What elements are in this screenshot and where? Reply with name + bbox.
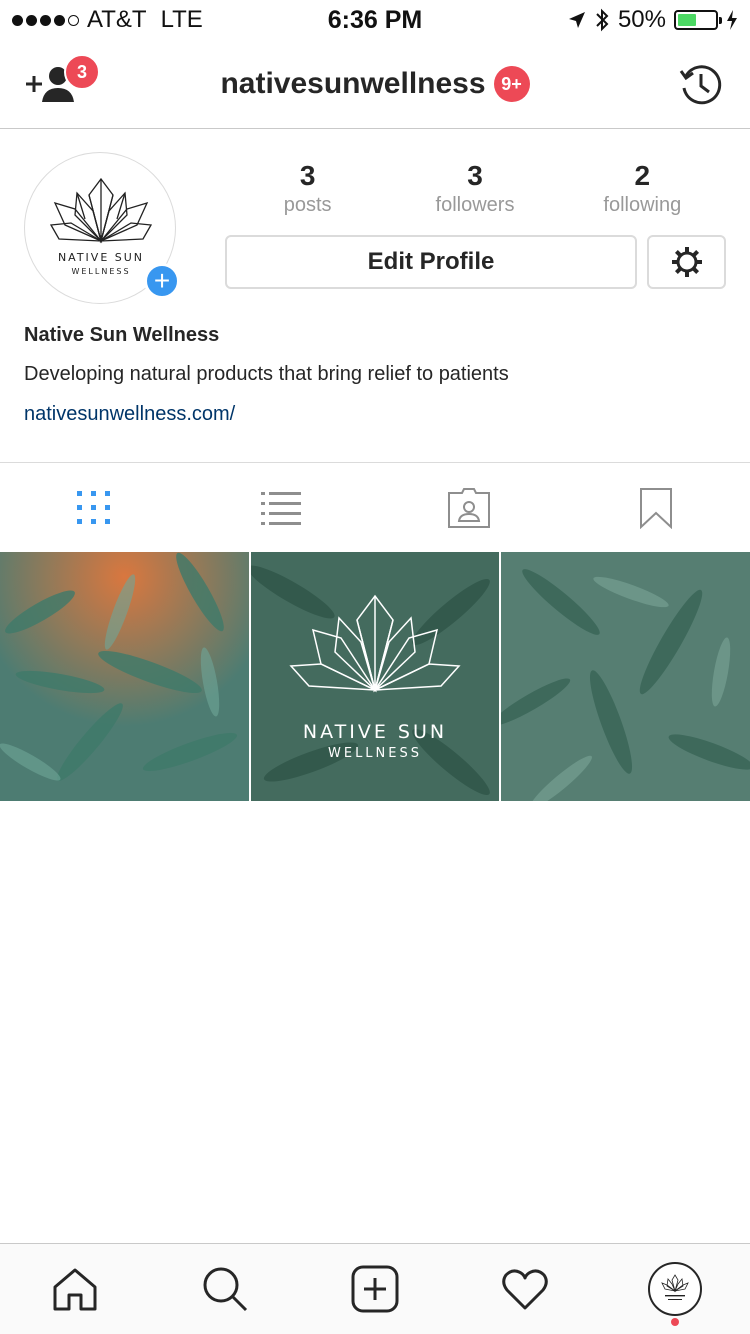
list-icon: [261, 491, 302, 525]
page-title[interactable]: nativesunwellness 9+: [0, 66, 750, 102]
tab-grid[interactable]: [0, 463, 188, 552]
tab-saved[interactable]: [563, 463, 750, 552]
following-count: 2: [634, 160, 651, 191]
add-story-button[interactable]: +: [144, 263, 180, 299]
following-stat[interactable]: 2 following: [559, 160, 726, 218]
status-bar: AT&T LTE 6:36 PM 50%: [0, 0, 750, 40]
search-icon: [203, 1267, 248, 1312]
profile-stats: 3 posts 3 followers 2 following: [224, 160, 726, 218]
logo-text-main: NATIVE SUN: [58, 251, 144, 264]
location-arrow-icon: [568, 12, 585, 28]
top-nav: 3 nativesunwellness 9+: [0, 40, 750, 129]
native-sun-logo-post: NATIVE SUN WELLNESS: [250, 552, 500, 801]
tagged-icon: [447, 487, 490, 528]
profile-bio: Developing natural products that bring r…: [24, 363, 509, 385]
saved-icon: [640, 487, 673, 529]
profile-website-link[interactable]: nativesunwellness.com/: [24, 403, 235, 426]
following-label: following: [603, 194, 682, 216]
home-icon: [53, 1268, 97, 1311]
cannabis-leaves-photo: [0, 552, 249, 801]
grid-icon: [76, 490, 110, 524]
battery-percent: 50%: [617, 6, 666, 33]
tab-profile[interactable]: [600, 1244, 750, 1334]
tab-activity[interactable]: [450, 1244, 600, 1334]
tab-search[interactable]: [150, 1244, 300, 1334]
profile-view-tabs: [0, 462, 750, 552]
logo-text-sub: WELLNESS: [71, 267, 130, 276]
archive-button[interactable]: [678, 62, 724, 108]
battery-icon: [674, 10, 722, 30]
cannabis-leaves-photo: [501, 552, 750, 801]
followers-stat[interactable]: 3 followers: [391, 160, 558, 218]
settings-button[interactable]: [647, 235, 726, 289]
posts-count: 3: [299, 160, 316, 191]
bluetooth-icon: [596, 8, 609, 32]
gear-icon: [671, 247, 702, 277]
posts-label: posts: [283, 194, 332, 216]
tab-new-post[interactable]: [300, 1244, 450, 1334]
profile-avatar-small: [648, 1262, 702, 1316]
status-right: 50%: [568, 6, 738, 34]
bottom-tab-bar: [0, 1243, 750, 1334]
edit-profile-button[interactable]: Edit Profile: [225, 235, 637, 289]
account-badge: 9+: [493, 66, 530, 102]
profile-name: Native Sun Wellness: [24, 324, 220, 346]
charging-bolt-icon: [727, 10, 737, 30]
new-post-icon: [351, 1265, 399, 1313]
posts-stat[interactable]: 3 posts: [224, 160, 391, 218]
post-logo-text-main: NATIVE SUN: [303, 721, 447, 743]
activity-dot: [671, 1318, 679, 1326]
followers-label: followers: [435, 194, 515, 216]
post-thumbnail[interactable]: [0, 552, 249, 801]
post-grid: NATIVE SUN WELLNESS: [0, 552, 750, 801]
activity-icon: [502, 1269, 548, 1310]
tab-home[interactable]: [0, 1244, 150, 1334]
tab-list[interactable]: [188, 463, 376, 552]
history-icon: [679, 65, 722, 105]
post-thumbnail[interactable]: [501, 552, 750, 801]
tab-tagged[interactable]: [375, 463, 563, 552]
username: nativesunwellness: [220, 67, 486, 100]
post-thumbnail[interactable]: NATIVE SUN WELLNESS: [250, 552, 500, 801]
followers-count: 3: [467, 160, 483, 191]
post-logo-text-sub: WELLNESS: [328, 746, 422, 761]
plus-icon: +: [153, 265, 171, 296]
profile-icon: [661, 1274, 689, 1300]
